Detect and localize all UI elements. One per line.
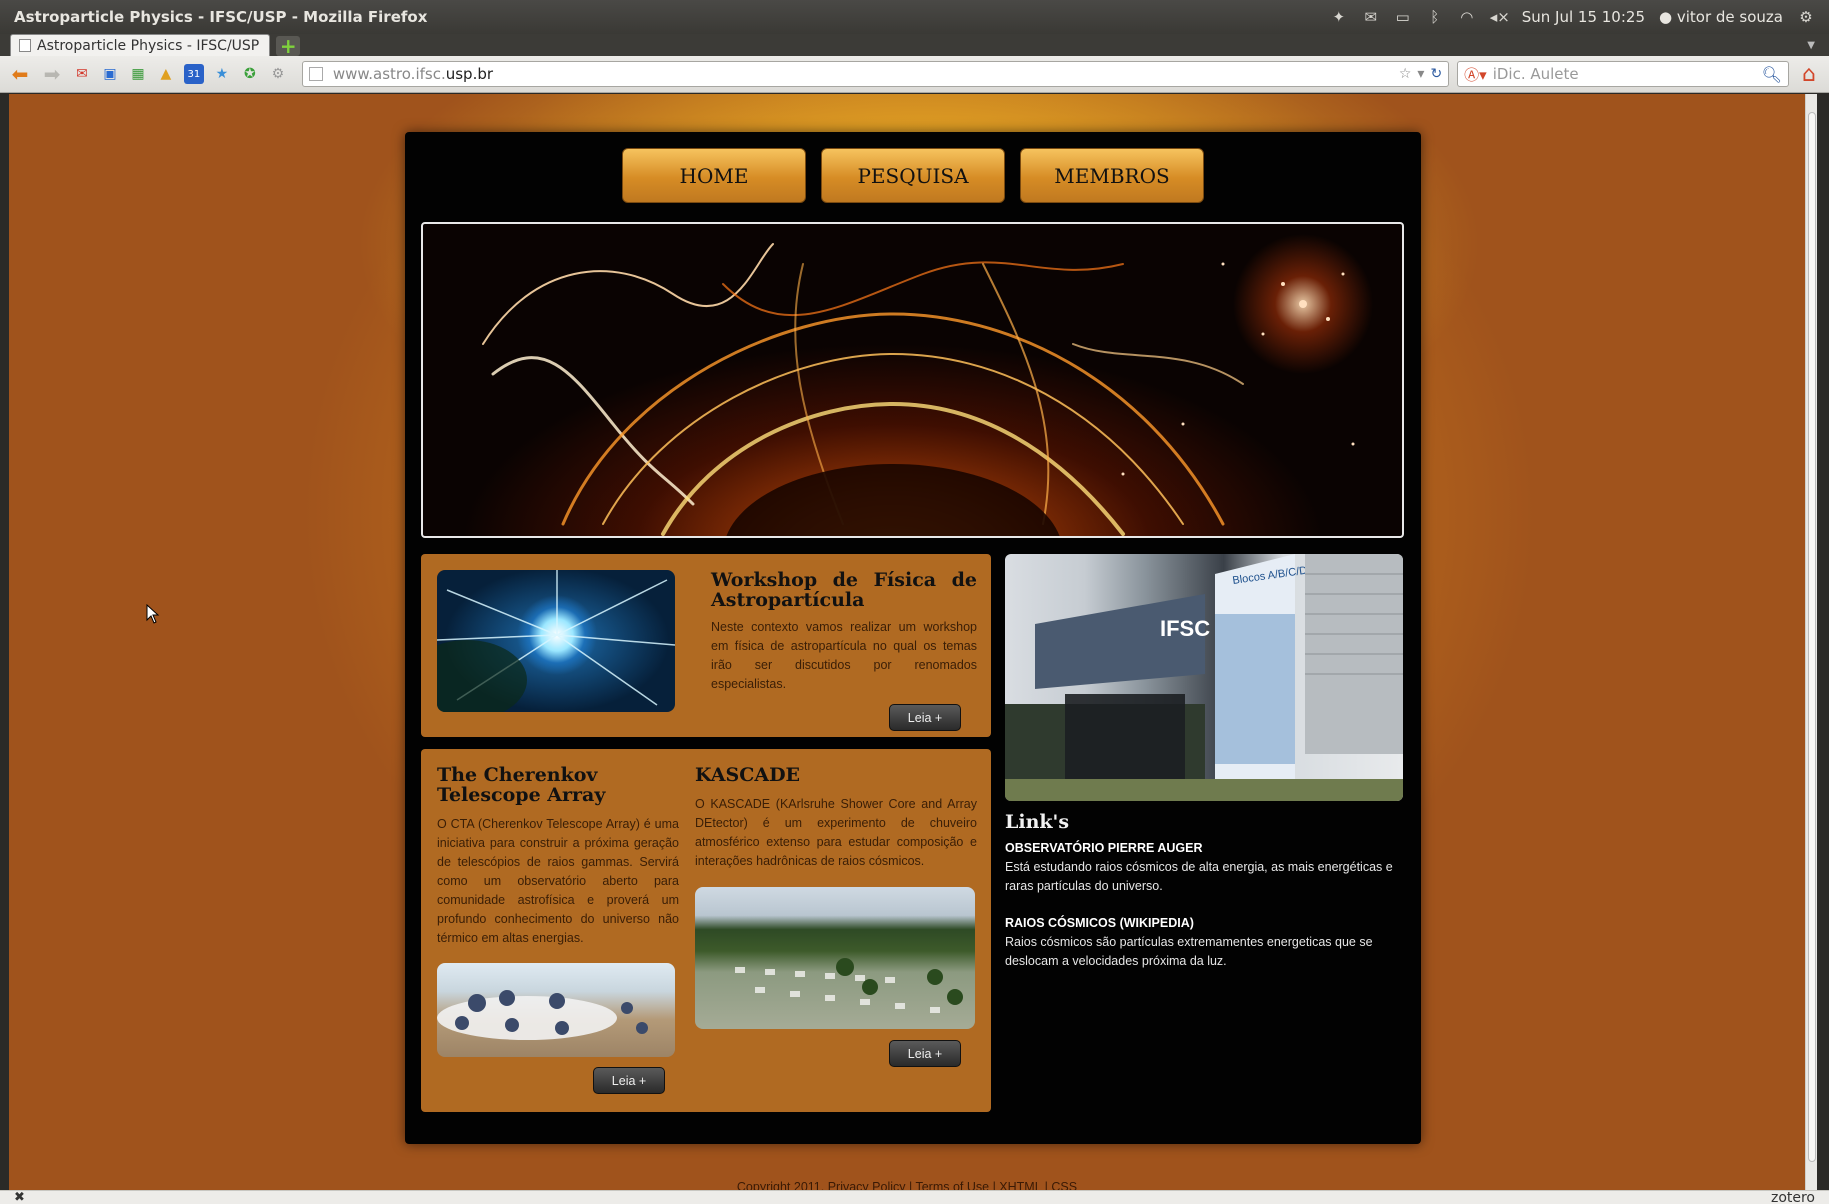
search-icon[interactable]: 🔍︎ (1762, 65, 1782, 84)
projects-panel: The Cherenkov Telescope Array O CTA (Che… (421, 749, 991, 1112)
volume-muted-icon[interactable]: ◂× (1490, 8, 1510, 26)
tab-label: Astroparticle Physics - IFSC/USP (37, 37, 260, 54)
dropbox-icon[interactable]: ✦ (1330, 8, 1348, 26)
zotero-button[interactable]: zotero (1771, 1190, 1815, 1204)
scrollbar-thumb[interactable] (1808, 112, 1816, 1162)
bluetooth-icon[interactable]: ᛒ (1426, 8, 1444, 26)
site-footer[interactable]: Copyright 2011. Privacy Policy | Terms o… (9, 1180, 1805, 1190)
search-engine-icon[interactable]: Ⓐ▾ (1464, 64, 1487, 85)
new-tab-button[interactable]: + (276, 34, 301, 58)
bookmark-icon-4[interactable]: ▲ (156, 64, 176, 84)
kascade-thumbnail[interactable] (695, 887, 975, 1029)
telescope-array-graphic (437, 990, 648, 1040)
workshop-read-more-button[interactable]: Leia + (889, 704, 961, 731)
bookmark-icon-3[interactable]: ▦ (128, 64, 148, 84)
cosmic-fire-illustration (482, 243, 1355, 536)
links-heading: Link's (1005, 811, 1070, 833)
kascade-read-more-button[interactable]: Leia + (889, 1040, 961, 1067)
cta-read-more-button[interactable]: Leia + (593, 1067, 665, 1094)
back-button[interactable]: ⬅ (8, 62, 32, 86)
link-cosmic-rays-wikipedia[interactable]: RAIOS CÓSMICOS (WIKIPEDIA) (1005, 916, 1194, 930)
url-actions: ☆ ▾ ↻ (1399, 66, 1442, 82)
settings-gear-icon[interactable]: ⚙ (1797, 8, 1815, 26)
main-menu: HOME PESQUISA MEMBROS (405, 148, 1421, 203)
system-tray: ✦ ✉ ▭ ᛒ ◠ ◂× Sun Jul 15 10:25 ● vitor de… (1330, 8, 1815, 26)
window-title: Astroparticle Physics - IFSC/USP - Mozil… (14, 8, 428, 26)
hero-banner-image (421, 222, 1404, 538)
url-prefix: www.astro.ifsc. (332, 65, 446, 83)
menu-pesquisa[interactable]: PESQUISA (821, 148, 1005, 203)
home-button[interactable]: ⌂ (1797, 62, 1821, 87)
mail-icon[interactable]: ✉ (1362, 8, 1380, 26)
link-pierre-auger[interactable]: OBSERVATÓRIO PIERRE AUGER (1005, 841, 1202, 855)
cta-thumbnail[interactable] (437, 963, 675, 1057)
close-addon-bar-icon[interactable]: ✖ (14, 1190, 25, 1204)
kascade-title[interactable]: KASCADE (695, 765, 975, 785)
search-placeholder: iDic. Aulete (1492, 65, 1579, 83)
os-top-bar: Astroparticle Physics - IFSC/USP - Mozil… (0, 0, 1829, 34)
workshop-panel: Workshop de Física de Astropartícula Nes… (421, 554, 991, 737)
star-green-bookmark-icon[interactable]: ✪ (240, 64, 260, 84)
ifsc-sign-text: IFSC (1160, 616, 1210, 641)
battery-icon[interactable]: ▭ (1394, 8, 1412, 26)
bookmark-icon-2[interactable]: ▣ (100, 64, 120, 84)
tab-list-arrow-icon[interactable]: ▼ (1807, 40, 1815, 51)
mouse-cursor-icon (146, 604, 160, 624)
site-identity-icon[interactable] (308, 67, 323, 81)
workshop-title[interactable]: Workshop de Física de Astropartícula (711, 570, 977, 610)
link-pierre-auger-desc: Está estudando raios cósmicos de alta en… (1005, 860, 1393, 893)
page-viewport: HOME PESQUISA MEMBROS Workshop de Física… (9, 94, 1817, 1190)
menu-membros[interactable]: MEMBROS (1020, 148, 1204, 203)
tab-astroparticle[interactable]: Astroparticle Physics - IFSC/USP (10, 34, 271, 56)
user-name: vitor de souza (1676, 8, 1783, 26)
cta-title[interactable]: The Cherenkov Telescope Array (437, 765, 677, 805)
star-bookmark-icon[interactable]: ★ (212, 64, 232, 84)
gmail-bookmark-icon[interactable]: ✉ (72, 64, 92, 84)
bookmark-star-icon[interactable]: ☆ (1399, 66, 1412, 82)
link-cosmic-rays-desc: Raios cósmicos são partículas extremamen… (1005, 935, 1373, 968)
dropdown-arrow-icon[interactable]: ▾ (1417, 66, 1424, 82)
calendar-bookmark-icon[interactable]: 31 (183, 64, 204, 84)
page-icon (19, 39, 31, 52)
menu-home[interactable]: HOME (622, 148, 806, 203)
workshop-thumbnail[interactable] (437, 570, 675, 712)
tab-bar: Astroparticle Physics - IFSC/USP + ▼ (0, 34, 1829, 58)
ifsc-building-photo: IFSC Blocos A/B/C/D (1005, 554, 1403, 801)
status-bar: ✖ zotero (0, 1190, 1829, 1204)
site-container: HOME PESQUISA MEMBROS Workshop de Física… (405, 132, 1421, 1144)
search-bar[interactable]: Ⓐ▾ iDic. Aulete 🔍︎ (1457, 61, 1789, 87)
wifi-icon[interactable]: ◠ (1458, 8, 1476, 26)
forward-button[interactable]: ➡ (40, 62, 64, 86)
navigation-toolbar: ⬅ ➡ ✉ ▣ ▦ ▲ 31 ★ ✪ ⚙ www.astro.ifsc. usp.… (0, 56, 1829, 93)
clock[interactable]: Sun Jul 15 10:25 (1522, 8, 1645, 26)
ifsc-building-graphic: IFSC Blocos A/B/C/D (1005, 554, 1403, 801)
reload-icon[interactable]: ↻ (1430, 66, 1442, 82)
user-icon: ● (1659, 8, 1673, 26)
user-menu[interactable]: ● vitor de souza (1659, 8, 1783, 26)
cta-text: O CTA (Cherenkov Telescope Array) é uma … (437, 817, 679, 945)
url-domain: usp.br (445, 65, 494, 83)
kascade-text: O KASCADE (KArlsruhe Shower Core and Arr… (695, 797, 977, 868)
gear-bookmark-icon[interactable]: ⚙ (268, 64, 288, 84)
star-burst-graphic (437, 570, 675, 712)
detector-field-graphic (735, 958, 963, 1013)
vertical-scrollbar[interactable] (1805, 94, 1817, 1190)
url-bar[interactable]: www.astro.ifsc. usp.br ☆ ▾ ↻ (301, 61, 1450, 87)
workshop-text: Neste contexto vamos realizar um worksho… (711, 620, 977, 691)
